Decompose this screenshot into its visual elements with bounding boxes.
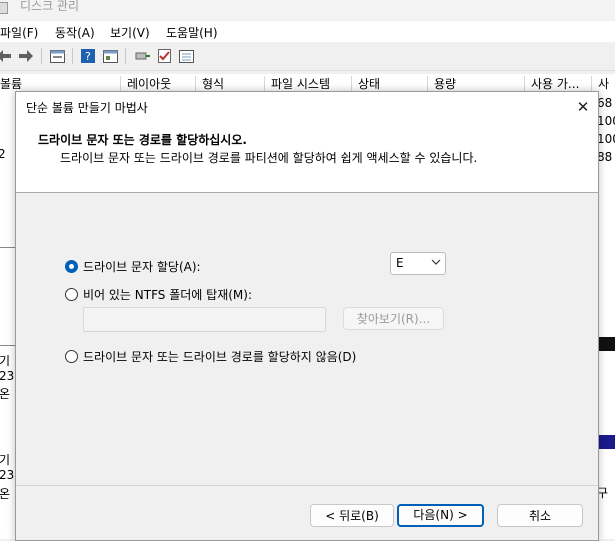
dialog-title: 단순 볼륨 만들기 마법사 <box>26 101 148 115</box>
menu-action[interactable]: 동작(A) <box>55 24 95 41</box>
mount-folder-radio[interactable] <box>65 288 78 301</box>
forward-arrow-icon[interactable] <box>17 47 35 65</box>
disk-size-fragment: 23 <box>0 369 15 383</box>
browse-button[interactable]: 찾아보기(R)... <box>343 307 444 330</box>
svg-text:?: ? <box>85 50 91 63</box>
wizard-header-subtitle: 드라이브 문자 또는 드라이브 경로를 파티션에 할당하여 쉽게 액세스할 수 … <box>60 151 478 165</box>
wizard-header: 드라이브 문자 또는 경로를 할당하십시오. 드라이브 문자 또는 드라이브 경… <box>16 122 598 193</box>
check-icon[interactable] <box>155 47 173 65</box>
main-window-titlebar: 디스크 관리 <box>0 0 615 20</box>
disk-label-fragment: 기 <box>0 354 11 368</box>
mount-folder-label[interactable]: 비어 있는 NTFS 폴더에 탑재(M): <box>83 286 252 303</box>
toolbar-separator <box>125 48 126 64</box>
disk-label-fragment: 기 <box>0 453 11 467</box>
wizard-header-title: 드라이브 문자 또는 경로를 할당하십시오. <box>38 133 247 147</box>
toolbar: ? <box>0 43 615 71</box>
disk-size-fragment: 23 <box>0 468 15 482</box>
assign-letter-radio[interactable] <box>65 260 78 273</box>
connect-icon[interactable] <box>133 47 151 65</box>
percent-value: 68 <box>597 96 613 110</box>
volume-fragment: ( <box>0 111 1 125</box>
disk-row-divider <box>0 247 16 248</box>
disk-row-divider <box>0 345 16 346</box>
percent-value: 100 <box>597 132 615 146</box>
volume-fragment: ( <box>0 129 1 143</box>
disk-status-fragment: 온 <box>0 387 11 401</box>
next-button[interactable]: 다음(N) > <box>397 504 484 527</box>
menu-file[interactable]: 파일(F) <box>0 24 38 41</box>
back-arrow-icon[interactable] <box>0 47 13 65</box>
drive-letter-value: E <box>396 256 404 270</box>
no-letter-radio[interactable] <box>65 350 78 363</box>
unallocated-bar <box>597 337 615 351</box>
percent-value: 100 <box>597 114 615 128</box>
app-icon <box>0 2 8 14</box>
volume-fragment: 2 <box>0 147 6 161</box>
disk-status-fragment: 온 <box>0 487 11 501</box>
back-button[interactable]: < 뒤로(B) <box>310 504 394 527</box>
toolbar-separator <box>72 48 73 64</box>
chevron-down-icon <box>431 259 441 265</box>
left-background-strip: ( ( 2 기 23 온 기 23 온 <box>0 94 16 539</box>
assign-letter-label[interactable]: 드라이브 문자 할당(A): <box>83 258 201 275</box>
help-icon[interactable]: ? <box>79 47 97 65</box>
dialog-titlebar: 단순 볼륨 만들기 마법사 ✕ <box>16 92 598 122</box>
cancel-button[interactable]: 취소 <box>497 504 583 527</box>
right-background-strip: 68 100 100 88 구 <box>597 94 615 539</box>
no-letter-label[interactable]: 드라이브 문자 또는 드라이브 경로를 할당하지 않음(D) <box>83 348 356 365</box>
mount-path-input[interactable] <box>83 307 326 332</box>
menu-view[interactable]: 보기(V) <box>110 24 150 41</box>
new-simple-volume-wizard: 단순 볼륨 만들기 마법사 ✕ 드라이브 문자 또는 경로를 할당하십시오. 드… <box>15 91 599 541</box>
percent-value: 88 <box>597 150 613 164</box>
details-icon[interactable] <box>177 47 195 65</box>
window-title: 디스크 관리 <box>20 0 80 13</box>
menu-help[interactable]: 도움말(H) <box>166 24 218 41</box>
close-icon[interactable]: ✕ <box>572 96 594 118</box>
properties-icon[interactable] <box>48 47 66 65</box>
drive-letter-select[interactable]: E <box>390 252 446 275</box>
console-icon[interactable] <box>101 47 119 65</box>
partition-bar <box>597 435 615 449</box>
menu-bar: 파일(F) 동작(A) 보기(V) 도움말(H) <box>0 21 615 42</box>
toolbar-separator <box>41 48 42 64</box>
footer-divider <box>16 485 598 486</box>
